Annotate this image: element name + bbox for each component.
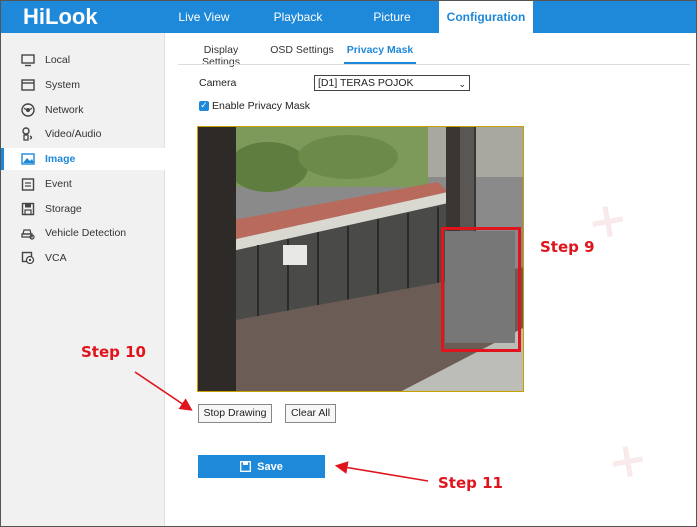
arrow-to-stop-drawing <box>134 371 193 411</box>
annotation-arrows <box>134 371 429 482</box>
arrow-to-save <box>334 461 429 482</box>
